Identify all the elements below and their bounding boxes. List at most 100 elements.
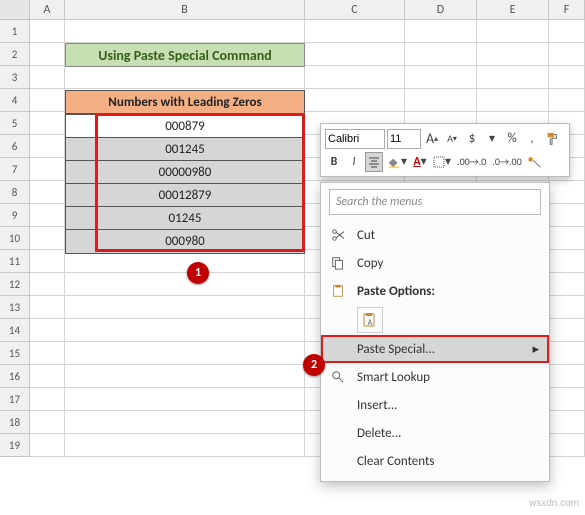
cell[interactable]	[30, 296, 65, 319]
font-size-select[interactable]	[387, 129, 421, 149]
cell[interactable]	[65, 365, 305, 388]
cell[interactable]	[549, 181, 585, 204]
row-header[interactable]: 18	[0, 411, 30, 434]
table-row[interactable]: 00000980	[66, 161, 304, 184]
font-name-select[interactable]	[325, 129, 385, 149]
table-row[interactable]: 000879	[66, 115, 304, 138]
font-color-button[interactable]: A▾	[411, 152, 429, 172]
col-header-b[interactable]: B	[65, 0, 305, 19]
menu-delete[interactable]: Delete...	[321, 419, 549, 447]
row-header[interactable]: 8	[0, 181, 30, 204]
cell[interactable]	[30, 135, 65, 158]
cell[interactable]	[549, 227, 585, 250]
menu-search-input[interactable]: Search the menus	[329, 189, 541, 215]
cell[interactable]	[65, 388, 305, 411]
row-header[interactable]: 6	[0, 135, 30, 158]
row-header[interactable]: 2	[0, 43, 30, 66]
shrink-font-button[interactable]: A▾	[443, 129, 461, 149]
menu-copy[interactable]: Copy	[321, 249, 549, 277]
cell[interactable]	[305, 43, 405, 66]
cell[interactable]	[549, 388, 585, 411]
cell[interactable]	[549, 319, 585, 342]
cell[interactable]	[65, 66, 305, 89]
select-all-corner[interactable]	[0, 0, 30, 19]
cell[interactable]	[305, 89, 405, 112]
cell[interactable]	[30, 342, 65, 365]
cell[interactable]	[30, 204, 65, 227]
row-header[interactable]: 11	[0, 250, 30, 273]
paste-default-button[interactable]: A	[357, 307, 383, 333]
cell[interactable]	[549, 434, 585, 457]
grow-font-button[interactable]: A▴	[423, 129, 441, 149]
cell[interactable]	[549, 296, 585, 319]
borders-button[interactable]: ▾	[431, 152, 453, 172]
cell[interactable]	[30, 227, 65, 250]
row-header[interactable]: 5	[0, 112, 30, 135]
row-header[interactable]: 4	[0, 89, 30, 112]
table-row[interactable]: 01245	[66, 207, 304, 230]
cell[interactable]	[549, 43, 585, 66]
cell[interactable]	[65, 296, 305, 319]
row-header[interactable]: 13	[0, 296, 30, 319]
cell[interactable]	[30, 158, 65, 181]
cell[interactable]	[405, 66, 477, 89]
align-center-button[interactable]	[365, 152, 383, 172]
cell[interactable]	[405, 43, 477, 66]
cell[interactable]	[549, 365, 585, 388]
row-header[interactable]: 14	[0, 319, 30, 342]
cell[interactable]	[305, 20, 405, 43]
format-brush-icon[interactable]	[526, 152, 544, 172]
cell[interactable]	[30, 89, 65, 112]
menu-insert[interactable]: Insert...	[321, 391, 549, 419]
row-header[interactable]: 19	[0, 434, 30, 457]
cell[interactable]	[30, 181, 65, 204]
cell[interactable]	[549, 89, 585, 112]
cell[interactable]	[65, 319, 305, 342]
currency-button[interactable]: $	[463, 129, 481, 149]
cell[interactable]	[65, 342, 305, 365]
cell[interactable]	[549, 250, 585, 273]
row-header[interactable]: 3	[0, 66, 30, 89]
cell[interactable]	[549, 20, 585, 43]
cell[interactable]	[30, 365, 65, 388]
cell[interactable]	[30, 319, 65, 342]
col-header-a[interactable]: A	[30, 0, 65, 19]
cell[interactable]	[30, 250, 65, 273]
cell[interactable]	[477, 20, 549, 43]
cell[interactable]	[65, 411, 305, 434]
row-header[interactable]: 10	[0, 227, 30, 250]
cell[interactable]	[477, 43, 549, 66]
cell[interactable]	[30, 388, 65, 411]
fill-color-button[interactable]: ▾	[385, 152, 409, 172]
col-header-e[interactable]: E	[477, 0, 549, 19]
format-painter-icon[interactable]	[543, 129, 561, 149]
row-header[interactable]: 15	[0, 342, 30, 365]
cell[interactable]	[30, 20, 65, 43]
menu-clear-contents[interactable]: Clear Contents	[321, 447, 549, 475]
cell[interactable]	[549, 204, 585, 227]
dropdown-icon[interactable]: ▾	[483, 129, 501, 149]
cell[interactable]	[65, 273, 305, 296]
cell[interactable]	[65, 20, 305, 43]
cell[interactable]	[30, 43, 65, 66]
col-header-d[interactable]: D	[405, 0, 477, 19]
table-row[interactable]: 00012879	[66, 184, 304, 207]
menu-smart-lookup[interactable]: Smart Lookup	[321, 363, 549, 391]
menu-paste-special[interactable]: Paste Special... ▸	[321, 335, 549, 363]
table-row[interactable]: 001245	[66, 138, 304, 161]
comma-button[interactable]: ,	[523, 129, 541, 149]
cell[interactable]	[549, 273, 585, 296]
cell[interactable]	[30, 411, 65, 434]
row-header[interactable]: 16	[0, 365, 30, 388]
row-header[interactable]: 1	[0, 20, 30, 43]
decrease-decimal-button[interactable]: .00→.0	[455, 152, 488, 172]
bold-button[interactable]: B	[325, 152, 343, 172]
row-header[interactable]: 9	[0, 204, 30, 227]
menu-cut[interactable]: Cut	[321, 221, 549, 249]
row-header[interactable]: 17	[0, 388, 30, 411]
cell[interactable]	[477, 89, 549, 112]
cell[interactable]	[305, 66, 405, 89]
cell[interactable]	[477, 66, 549, 89]
increase-decimal-button[interactable]: .0→.00	[490, 152, 523, 172]
percent-button[interactable]: %	[503, 129, 521, 149]
